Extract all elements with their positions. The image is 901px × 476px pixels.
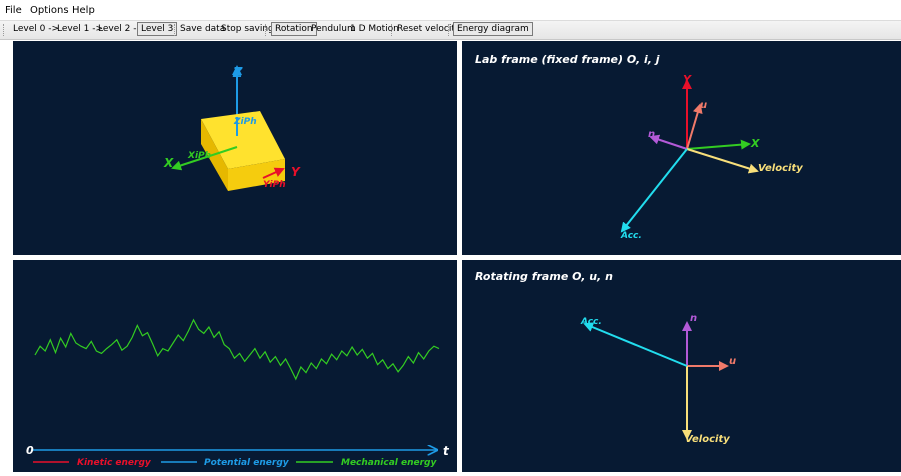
lab-x-axis [686, 139, 751, 150]
toolbar-separator [174, 24, 176, 36]
lab-u-label: u [700, 100, 707, 111]
lab-velocity-label: Velocity [758, 163, 803, 174]
lab-n-label: n [648, 129, 655, 140]
level3-button[interactable]: Level 3 [137, 22, 178, 36]
lab-x-label: X [750, 137, 760, 150]
yph-label: YiPh [263, 180, 286, 190]
lab-n-vector [649, 134, 688, 150]
lab-y-label: Y [683, 73, 692, 86]
legend-mechanical-label: Mechanical energy [341, 458, 437, 468]
reset-velocity-button[interactable]: Reset velocity [397, 24, 460, 34]
rot-acc-label: Acc. [580, 317, 602, 327]
view-3d-canvas: Z ZiPh X XiPh Y YiPh [163, 65, 301, 191]
toolbar-grip[interactable] [3, 24, 7, 36]
time-axis-label: t [443, 444, 450, 458]
y-axis-label: Y [291, 165, 301, 179]
legend-kinetic-label: Kinetic energy [77, 458, 152, 468]
energy-legend: Kinetic energy Potential energy Mechanic… [33, 458, 437, 468]
rot-acc-vector [583, 322, 688, 367]
energy-diagram-button[interactable]: Energy diagram [453, 22, 533, 36]
lab-acc-label: Acc. [620, 231, 642, 241]
rotating-frame-panel[interactable]: Rotating frame O, u, n n u Velocity Acc. [462, 260, 901, 472]
mechanical-energy-line [34, 318, 440, 381]
rot-n-label: n [690, 313, 697, 324]
lab-frame-panel[interactable]: Lab frame (fixed frame) O, i, j Y X u n … [462, 41, 901, 255]
rot-velocity-label: Velocity [685, 434, 730, 445]
x-axis-label: X [163, 156, 174, 170]
zph-label: ZiPh [233, 117, 257, 127]
lab-acc-vector [620, 148, 688, 233]
level1-button[interactable]: Level 1 -> [57, 24, 103, 34]
save-data-button[interactable]: Save data [180, 24, 225, 34]
energy-origin-label: 0 [26, 444, 34, 457]
toolbar-separator [391, 24, 393, 36]
toolbar-separator [265, 24, 267, 36]
view-3d-panel[interactable]: Z ZiPh X XiPh Y YiPh [13, 41, 457, 255]
menu-options[interactable]: Options [30, 5, 69, 16]
menu-file[interactable]: File [5, 5, 22, 16]
level0-button[interactable]: Level 0 -> [13, 24, 59, 34]
lab-velocity-vector [686, 148, 759, 174]
z-axis-label: Z [232, 66, 243, 81]
lab-frame-canvas: Y X u n Velocity Acc. [620, 73, 803, 241]
menu-help[interactable]: Help [72, 5, 95, 16]
xph-label: XiPh [187, 151, 211, 161]
energy-chart: 0 t Kinetic energy Potential energy Mech… [26, 318, 450, 468]
energy-diagram-panel[interactable]: 0 t Kinetic energy Potential energy Mech… [13, 260, 457, 472]
menu-bar: File Options Help [0, 0, 901, 20]
toolbar: Level 0 -> Level 1 -> Level 2 -> Level 3… [0, 20, 901, 40]
toolbar-separator [448, 24, 450, 36]
rotation-button[interactable]: Rotation [271, 22, 317, 36]
rotating-frame-canvas: n u Velocity Acc. [580, 313, 736, 445]
legend-potential-label: Potential energy [204, 458, 290, 468]
rot-u-label: u [729, 356, 736, 367]
lab-u-vector [686, 103, 703, 150]
